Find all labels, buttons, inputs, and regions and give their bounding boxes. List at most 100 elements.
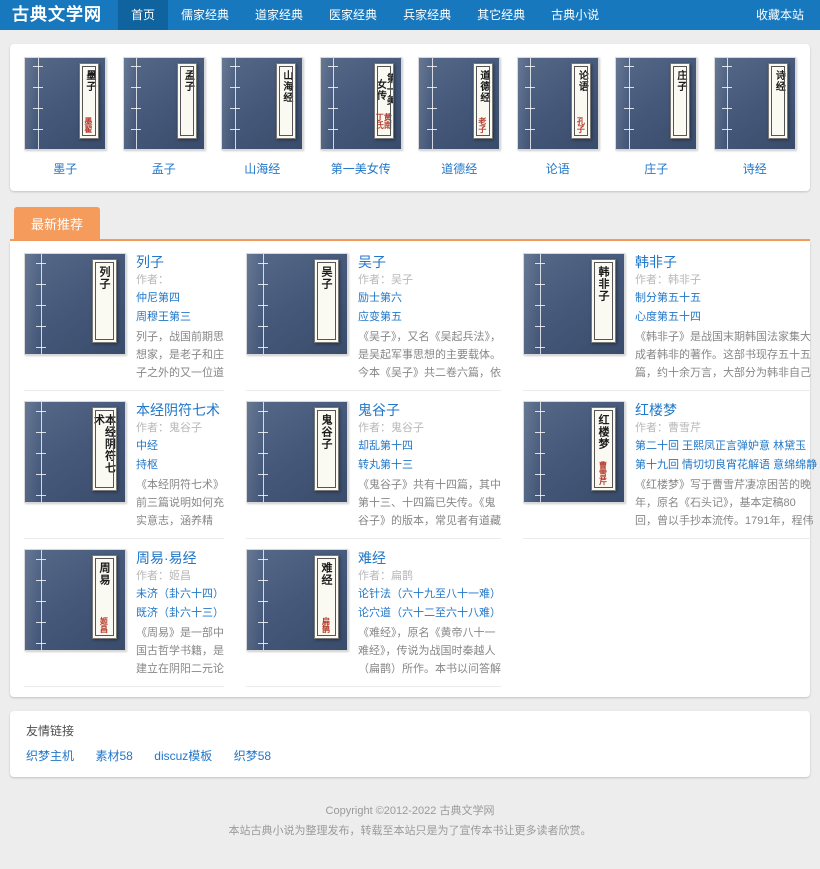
book-title-strip: 红楼梦 曹雪芹 (591, 407, 616, 491)
book-cover-image[interactable]: 韩非子 (523, 253, 625, 355)
friend-link[interactable]: 织梦主机 (26, 749, 74, 763)
book-cover-image[interactable]: 论语 孔子 (517, 57, 599, 150)
copyright-text: Copyright ©2012-2022 古典文学网 (10, 801, 810, 821)
author-prefix-label: 作者： (136, 274, 169, 286)
site-logo[interactable]: 古典文学网 (0, 0, 118, 30)
book-cover-image[interactable]: 鬼谷子 (246, 401, 348, 503)
book-cover-image[interactable]: 第一美女传 黄南丁氏 (320, 57, 402, 150)
book-author-line: 作者：扁鹊 (358, 568, 501, 585)
book-title-strip: 道德经 老子 (473, 63, 493, 139)
chapter-link[interactable]: 周穆王第三 (136, 308, 224, 327)
chapter-link[interactable]: 既济（卦六十三） (136, 604, 224, 623)
chapter-link[interactable]: 论穴道（六十二至六十八难） (358, 604, 501, 623)
featured-book[interactable]: 墨子 墨翟 墨子 (20, 57, 110, 177)
book-title-link[interactable]: 吴子 (358, 253, 501, 272)
author-prefix-label: 作者： (136, 570, 169, 582)
book-cover-image[interactable]: 周易 姬昌 (24, 549, 126, 651)
book-title-strip: 论语 孔子 (571, 63, 591, 139)
friend-link[interactable]: 素材58 (95, 749, 132, 763)
chapter-link[interactable]: 中经 (136, 437, 224, 456)
chapter-link[interactable]: 仲尼第四 (136, 289, 224, 308)
friend-link[interactable]: 织梦58 (234, 749, 271, 763)
featured-book-title-link[interactable]: 墨子 (20, 160, 110, 177)
book-spine-decoration (25, 402, 42, 502)
book-strip-title: 庄子 (675, 70, 685, 92)
book-list-item: 韩非子 韩非子 作者：韩非子 制分第五十五 心度第五十四 《韩非子》是战国末期韩… (523, 243, 817, 391)
chapter-link[interactable]: 第二十回 王熙凤正言弹妒意 林黛玉 (635, 437, 817, 456)
book-title-link[interactable]: 本经阴符七术 (136, 401, 224, 420)
featured-book-title-link[interactable]: 诗经 (710, 160, 800, 177)
book-cover-image[interactable]: 红楼梦 曹雪芹 (523, 401, 625, 503)
chapter-link[interactable]: 却乱第十四 (358, 437, 501, 456)
author-prefix-label: 作者： (358, 422, 391, 434)
featured-book-title-link[interactable]: 第一美女传 (316, 160, 406, 177)
book-cover-image[interactable]: 庄子 (615, 57, 697, 150)
featured-book-title-link[interactable]: 庄子 (611, 160, 701, 177)
author-prefix-label: 作者： (358, 274, 391, 286)
nav-menu-item[interactable]: 首页 (118, 0, 168, 30)
friend-links-title: 友情链接 (26, 722, 794, 739)
book-cover-image[interactable]: 道德经 老子 (418, 57, 500, 150)
featured-book[interactable]: 论语 孔子 论语 (513, 57, 603, 177)
featured-book[interactable]: 诗经 诗经 (710, 57, 800, 177)
book-title-link[interactable]: 鬼谷子 (358, 401, 501, 420)
chapter-link[interactable]: 未济（卦六十四） (136, 585, 224, 604)
friend-link[interactable]: discuz模板 (154, 749, 212, 763)
nav-menu-item[interactable]: 儒家经典 (168, 0, 242, 30)
book-title-strip: 难经 扁鹊 (314, 555, 339, 639)
book-cover-image[interactable]: 吴子 (246, 253, 348, 355)
book-title-link[interactable]: 难经 (358, 549, 501, 568)
book-strip-title: 第一美女传 (374, 70, 394, 110)
book-strip-author: 墨翟 (85, 117, 93, 133)
featured-book[interactable]: 山海经 山海经 (217, 57, 307, 177)
book-spine-decoration (247, 254, 264, 354)
book-author-line: 作者：鬼谷子 (358, 420, 501, 437)
bookmark-site-link[interactable]: 收藏本站 (740, 0, 820, 30)
book-author-line: 作者：姬昌 (136, 568, 224, 585)
featured-book-title-link[interactable]: 论语 (513, 160, 603, 177)
chapter-link[interactable]: 励士第六 (358, 289, 501, 308)
chapter-link[interactable]: 应变第五 (358, 308, 501, 327)
recommend-tab[interactable]: 最新推荐 (14, 207, 100, 239)
book-title-strip: 庄子 (670, 63, 690, 139)
book-item-details: 周易·易经 作者：姬昌 未济（卦六十四） 既济（卦六十三） 《周易》是一部中国古… (136, 549, 224, 678)
book-author-name: 扁鹊 (391, 570, 413, 582)
chapter-link[interactable]: 转丸第十三 (358, 456, 501, 475)
book-author-name: 韩非子 (668, 274, 701, 286)
chapter-link[interactable]: 心度第五十四 (635, 308, 817, 327)
nav-menu-item[interactable]: 道家经典 (242, 0, 316, 30)
chapter-link[interactable]: 论针法（六十九至八十一难） (358, 585, 501, 604)
author-prefix-label: 作者： (635, 274, 668, 286)
featured-book[interactable]: 道德经 老子 道德经 (414, 57, 504, 177)
featured-book-title-link[interactable]: 山海经 (217, 160, 307, 177)
book-cover-image[interactable]: 难经 扁鹊 (246, 549, 348, 651)
book-cover-image[interactable]: 山海经 (221, 57, 303, 150)
book-strip-author: 姬昌 (101, 617, 109, 633)
book-description: 《难经》，原名《黄帝八十一难经》，传说为战国时秦越人（扁鹊）所作。本书以问答解释… (358, 624, 501, 678)
book-item-details: 吴子 作者：吴子 励士第六 应变第五 《吴子》，又名《吴起兵法》，是吴起军事思想… (358, 253, 501, 382)
chapter-link[interactable]: 制分第五十五 (635, 289, 817, 308)
featured-book-title-link[interactable]: 道德经 (414, 160, 504, 177)
book-cover-image[interactable]: 列子 (24, 253, 126, 355)
featured-book[interactable]: 孟子 孟子 (119, 57, 209, 177)
chapter-link[interactable]: 第十九回 情切切良宵花解语 意绵绵静 (635, 456, 817, 475)
book-title-link[interactable]: 韩非子 (635, 253, 817, 272)
nav-menu-item[interactable]: 医家经典 (316, 0, 390, 30)
nav-menu-item[interactable]: 古典小说 (538, 0, 612, 30)
book-title-strip: 吴子 (314, 259, 339, 343)
book-title-link[interactable]: 红楼梦 (635, 401, 817, 420)
chapter-link[interactable]: 持枢 (136, 456, 224, 475)
featured-book[interactable]: 第一美女传 黄南丁氏 第一美女传 (316, 57, 406, 177)
book-cover-image[interactable]: 诗经 (714, 57, 796, 150)
book-cover-image[interactable]: 孟子 (123, 57, 205, 150)
book-title-link[interactable]: 列子 (136, 253, 224, 272)
book-cover-image[interactable]: 墨子 墨翟 (24, 57, 106, 150)
nav-menu-item[interactable]: 兵家经典 (390, 0, 464, 30)
featured-book-title-link[interactable]: 孟子 (119, 160, 209, 177)
book-author-line: 作者：鬼谷子 (136, 420, 224, 437)
book-strip-title: 道德经 (478, 70, 488, 103)
featured-book[interactable]: 庄子 庄子 (611, 57, 701, 177)
nav-menu-item[interactable]: 其它经典 (464, 0, 538, 30)
book-title-link[interactable]: 周易·易经 (136, 549, 224, 568)
book-cover-image[interactable]: 本经阴符七术 (24, 401, 126, 503)
